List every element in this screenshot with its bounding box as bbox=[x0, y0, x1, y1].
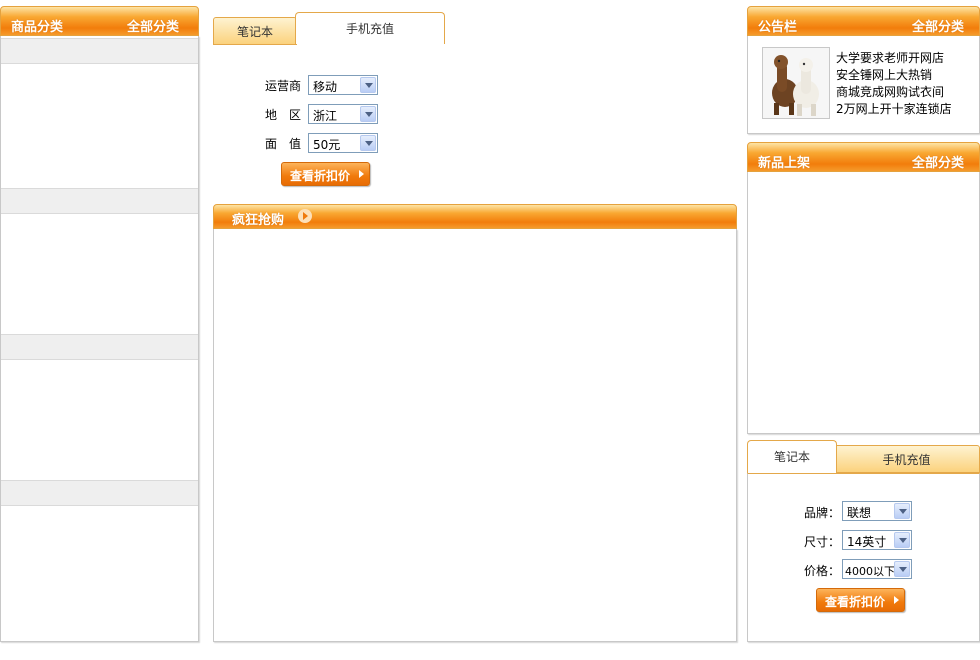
alpaca-thumbnail[interactable] bbox=[762, 47, 830, 119]
face-value-value: 50元 bbox=[313, 138, 341, 152]
face-value-label: 面 值 bbox=[265, 137, 302, 151]
category-all-link[interactable]: 全部分类 bbox=[127, 16, 179, 35]
view-discount-button-right[interactable]: 查看折扣价 bbox=[816, 588, 905, 612]
arrow-right-icon bbox=[894, 596, 899, 604]
chevron-down-icon bbox=[360, 77, 376, 93]
chevron-down-icon bbox=[894, 561, 910, 577]
brand-value: 联想 bbox=[847, 506, 872, 520]
flash-sale-panel bbox=[213, 229, 737, 642]
alpaca-toy-image bbox=[772, 55, 819, 116]
region-label: 地 区 bbox=[265, 108, 302, 122]
notice-item[interactable]: 大学要求老师开网店 bbox=[836, 49, 944, 66]
notice-title: 公告栏 bbox=[758, 20, 798, 35]
category-header: 商品分类 全部分类 bbox=[0, 6, 199, 36]
category-title: 商品分类 bbox=[11, 20, 64, 35]
category-group-header[interactable] bbox=[1, 38, 198, 64]
notice-header: 公告栏 全部分类 bbox=[747, 6, 980, 36]
right-tab-strip: 手机充值 笔记本 bbox=[747, 440, 980, 474]
notice-item[interactable]: 商城竞成网购试衣间 bbox=[836, 83, 944, 100]
notice-panel: 大学要求老师开网店 安全锤网上大热销 商城竞成网购试衣间 2万网上开十家连锁店 bbox=[747, 36, 980, 134]
tab-phone-recharge-label: 手机充值 bbox=[345, 22, 394, 36]
size-value: 14英寸 bbox=[847, 535, 887, 549]
notice-all-link[interactable]: 全部分类 bbox=[912, 16, 964, 35]
category-group-header[interactable] bbox=[1, 188, 198, 214]
chevron-down-icon bbox=[894, 532, 910, 548]
chevron-down-icon bbox=[894, 503, 910, 519]
tab-phone-recharge-right[interactable]: 手机充值 bbox=[833, 445, 980, 473]
view-discount-button[interactable]: 查看折扣价 bbox=[281, 162, 370, 186]
operator-select[interactable]: 移动 bbox=[308, 75, 378, 95]
tab-notebook[interactable]: 笔记本 bbox=[213, 17, 297, 45]
tab-notebook-label: 笔记本 bbox=[236, 25, 273, 39]
category-group-header[interactable] bbox=[1, 480, 198, 506]
circle-arrow-icon[interactable] bbox=[298, 209, 312, 223]
region-value: 浙江 bbox=[313, 109, 338, 123]
notebook-form-panel: 品牌： 联想 尺寸： 14英寸 价格： 4000以下 查看折扣价 bbox=[747, 473, 980, 642]
operator-value: 移动 bbox=[313, 80, 338, 94]
view-discount-label: 查看折扣价 bbox=[290, 169, 351, 183]
chevron-down-icon bbox=[360, 106, 376, 122]
tab-phone-recharge-right-label: 手机充值 bbox=[882, 453, 931, 467]
arrow-right-icon bbox=[359, 170, 364, 178]
notice-item[interactable]: 安全锤网上大热销 bbox=[836, 66, 932, 83]
price-value: 4000以下 bbox=[845, 565, 895, 578]
new-arrivals-header: 新品上架 全部分类 bbox=[747, 142, 980, 172]
brand-select[interactable]: 联想 bbox=[842, 501, 912, 521]
size-label: 尺寸： bbox=[804, 535, 841, 549]
center-tab-strip: 笔记本 手机充值 bbox=[213, 12, 736, 45]
price-select[interactable]: 4000以下 bbox=[842, 559, 912, 579]
tab-notebook-right[interactable]: 笔记本 bbox=[747, 440, 837, 474]
price-label: 价格： bbox=[804, 564, 841, 578]
region-select[interactable]: 浙江 bbox=[308, 104, 378, 124]
size-select[interactable]: 14英寸 bbox=[842, 530, 912, 550]
notice-item[interactable]: 2万网上开十家连锁店 bbox=[836, 100, 952, 117]
flash-sale-title: 疯狂抢购 bbox=[232, 213, 285, 228]
brand-label: 品牌： bbox=[804, 506, 841, 520]
new-arrivals-all-link[interactable]: 全部分类 bbox=[912, 152, 964, 171]
view-discount-right-label: 查看折扣价 bbox=[825, 595, 886, 609]
tab-notebook-right-label: 笔记本 bbox=[773, 450, 810, 464]
tab-phone-recharge[interactable]: 手机充值 bbox=[295, 12, 445, 44]
flash-sale-header: 疯狂抢购 bbox=[213, 204, 737, 229]
face-value-select[interactable]: 50元 bbox=[308, 133, 378, 153]
category-panel bbox=[0, 36, 199, 642]
recharge-form: 运营商 移动 地 区 浙江 面 值 50元 查看折扣价 bbox=[213, 44, 736, 194]
chevron-down-icon bbox=[360, 135, 376, 151]
operator-label: 运营商 bbox=[265, 79, 302, 93]
new-arrivals-panel bbox=[747, 172, 980, 434]
new-arrivals-title: 新品上架 bbox=[758, 156, 811, 171]
category-group-header[interactable] bbox=[1, 334, 198, 360]
